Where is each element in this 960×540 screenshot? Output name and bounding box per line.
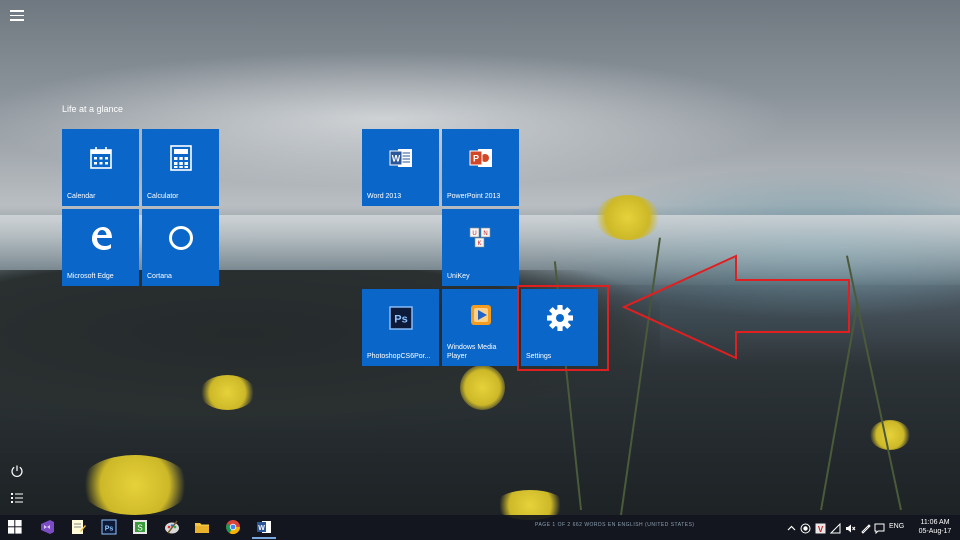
- background-flower: [200, 375, 255, 410]
- background-flower: [80, 455, 190, 515]
- tile-calculator[interactable]: Calculator: [142, 129, 219, 206]
- tile-cortana[interactable]: Cortana: [142, 209, 219, 286]
- antivirus-icon: V: [815, 523, 826, 534]
- tile-label: Microsoft Edge: [67, 273, 114, 280]
- chevron-up-icon: [787, 525, 796, 531]
- tray-pen[interactable]: [860, 521, 871, 534]
- photoshop-icon: Ps: [101, 519, 117, 535]
- clock-date: 05-Aug-17: [918, 528, 952, 535]
- network-icon: [829, 522, 841, 534]
- taskbar-photoshop[interactable]: Ps: [101, 519, 117, 535]
- active-app-indicator: [252, 537, 276, 539]
- edge-icon: [91, 227, 112, 251]
- taskbar-notepad[interactable]: [70, 519, 86, 535]
- tile-powerpoint-2013[interactable]: P PowerPoint 2013: [442, 129, 519, 206]
- powerpoint-icon: P: [469, 149, 492, 168]
- tray-volume[interactable]: [845, 521, 856, 533]
- svg-text:K: K: [477, 241, 481, 247]
- taskbar: Ps S W PAGE 1 OF 2 662 WORDS EN ENGLISH …: [0, 515, 960, 540]
- tile-microsoft-edge[interactable]: Microsoft Edge: [62, 209, 139, 286]
- svg-text:P: P: [472, 154, 478, 164]
- power-icon: [11, 465, 23, 478]
- word-status-text: PAGE 1 OF 2 662 WORDS EN ENGLISH (UNITED…: [535, 522, 695, 528]
- tile-label: Cortana: [147, 273, 172, 280]
- snagit-icon: S: [133, 520, 147, 534]
- visual-studio-icon: [41, 520, 54, 534]
- svg-text:S: S: [137, 524, 142, 533]
- pen-icon: [861, 524, 871, 534]
- start-button[interactable]: [8, 519, 24, 535]
- windows-logo-icon: [8, 520, 22, 534]
- svg-text:N: N: [483, 231, 487, 237]
- tile-windows-media-player[interactable]: Windows Media Player: [442, 289, 519, 366]
- background-flower: [870, 420, 910, 450]
- tile-label: PhotoshopCS6Por...: [367, 353, 431, 360]
- paint-icon: [165, 520, 179, 534]
- settings-highlight-box: [517, 285, 609, 371]
- taskbar-snagit[interactable]: S: [132, 519, 148, 535]
- file-explorer-icon: [195, 523, 209, 533]
- tile-photoshop[interactable]: Ps PhotoshopCS6Por...: [362, 289, 439, 366]
- speaker-muted-icon: [846, 524, 856, 533]
- svg-text:W: W: [391, 154, 400, 164]
- taskbar-file-explorer[interactable]: [194, 519, 210, 535]
- background-flower: [460, 365, 505, 410]
- tray-action-center[interactable]: [874, 521, 885, 535]
- language-indicator[interactable]: ENG: [889, 523, 904, 530]
- calculator-icon: [169, 145, 192, 172]
- word-icon: W: [257, 521, 271, 533]
- tile-word-2013[interactable]: W Word 2013: [362, 129, 439, 206]
- tile-label: Calculator: [147, 193, 179, 200]
- taskbar-chrome[interactable]: [225, 519, 241, 535]
- tile-label: Windows Media Player: [447, 344, 497, 360]
- tile-label: Word 2013: [367, 193, 402, 200]
- clock[interactable]: 11:06 AM 05-Aug-17: [913, 518, 957, 536]
- tile-label: Calendar: [67, 193, 96, 200]
- notification-icon: [874, 523, 885, 535]
- record-icon: [800, 523, 811, 534]
- expand-menu-button[interactable]: [10, 10, 24, 21]
- all-apps-icon: [11, 493, 23, 503]
- tray-antivirus[interactable]: V: [815, 521, 826, 534]
- tile-label: UniKey: [447, 273, 470, 280]
- tray-show-hidden-icons[interactable]: [786, 521, 797, 532]
- cortana-icon: [168, 226, 193, 251]
- media-player-icon: [470, 305, 491, 326]
- tile-unikey[interactable]: U N K UniKey: [442, 209, 519, 286]
- word-icon: W: [389, 149, 412, 168]
- svg-text:Ps: Ps: [105, 526, 114, 533]
- taskbar-paint[interactable]: [164, 519, 180, 535]
- tray-network[interactable]: [829, 521, 841, 534]
- chrome-icon: [226, 520, 241, 535]
- taskbar-visual-studio[interactable]: [39, 519, 55, 535]
- svg-text:V: V: [818, 525, 824, 534]
- svg-text:U: U: [472, 231, 476, 237]
- calendar-icon: [89, 147, 112, 170]
- notepad-icon: [72, 520, 86, 534]
- tray-record[interactable]: [800, 521, 811, 534]
- tile-label: PowerPoint 2013: [447, 193, 501, 200]
- all-apps-button[interactable]: [10, 491, 24, 505]
- taskbar-word[interactable]: W: [252, 519, 276, 539]
- tile-calendar[interactable]: Calendar: [62, 129, 139, 206]
- clock-time: 11:06 AM: [920, 519, 950, 526]
- background-flower: [595, 195, 660, 240]
- photoshop-icon: Ps: [388, 306, 413, 330]
- svg-text:Ps: Ps: [394, 314, 407, 326]
- power-button[interactable]: [10, 464, 24, 478]
- group-title: Life at a glance: [62, 104, 124, 114]
- unikey-icon: U N K: [469, 227, 490, 248]
- annotation-arrow: [621, 254, 850, 360]
- svg-text:W: W: [258, 525, 265, 532]
